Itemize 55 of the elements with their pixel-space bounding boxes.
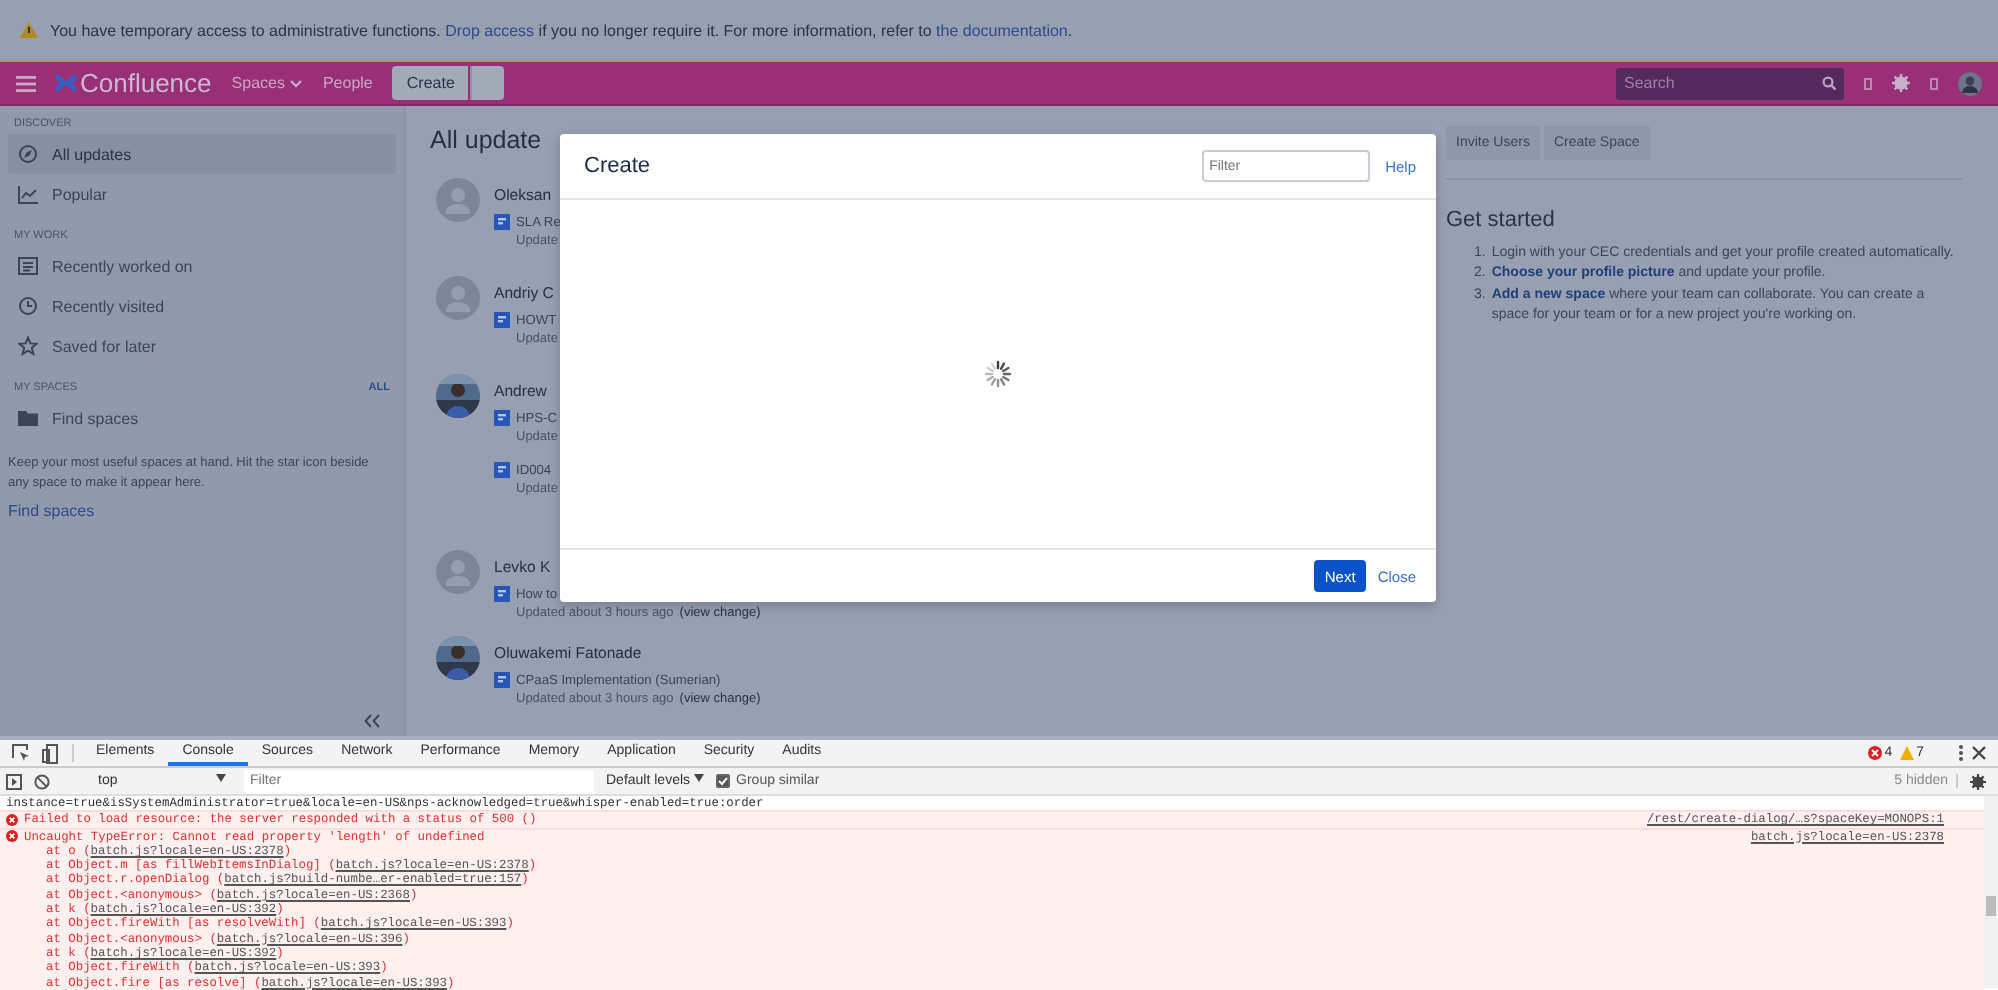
- user-avatar-icon: [436, 276, 480, 320]
- page-heading: All update: [430, 126, 542, 154]
- inspect-icon[interactable]: [12, 744, 30, 762]
- create-button[interactable]: Create: [392, 66, 469, 100]
- chart-icon: [18, 184, 38, 204]
- error-icon: [6, 813, 18, 826]
- search-field[interactable]: Search: [1616, 67, 1844, 99]
- page-icon: [494, 214, 510, 230]
- sidebar-item[interactable]: All updates: [8, 134, 396, 174]
- error-icon: [6, 830, 18, 843]
- create-more-button[interactable]: [470, 66, 505, 100]
- page-icon: [494, 586, 510, 602]
- document-icon: [18, 256, 38, 276]
- user-avatar-icon: [436, 550, 480, 594]
- star-icon: [18, 336, 38, 356]
- close-icon[interactable]: [1972, 746, 1986, 760]
- confluence-logo[interactable]: Confluence: [56, 68, 212, 98]
- section-title: Get started: [1446, 208, 1557, 232]
- find-spaces-link[interactable]: Find spaces: [8, 502, 95, 520]
- clock-icon: [18, 296, 38, 316]
- documentation-link[interactable]: the documentation: [936, 21, 1068, 39]
- clear-console-icon[interactable]: [34, 773, 50, 789]
- admin-access-message: You have temporary access to administrative functions. Drop access if you no longer require it. For more information, refer to the documentation.: [50, 21, 1073, 39]
- warning-icon: [20, 22, 38, 38]
- sidebar-item[interactable]: Saved for later: [8, 326, 396, 366]
- search-icon: [1822, 76, 1836, 90]
- settings-icon[interactable]: [1970, 773, 1986, 789]
- user-avatar-icon[interactable]: [1958, 71, 1982, 95]
- menu-icon[interactable]: [16, 75, 36, 91]
- sidebar-item[interactable]: Find spaces: [8, 398, 396, 438]
- sidebar-item[interactable]: Recently visited: [8, 286, 396, 326]
- page-icon: [494, 462, 510, 478]
- more-options-icon[interactable]: [1958, 744, 1964, 762]
- folder-icon: [18, 408, 38, 428]
- sidebar-item[interactable]: Recently worked on: [8, 246, 396, 286]
- checkbox[interactable]: [716, 774, 731, 788]
- compass-icon: [18, 144, 38, 164]
- caret-icon: [216, 774, 226, 782]
- page-icon: [494, 672, 510, 688]
- warning-icon: [1900, 746, 1915, 760]
- scrollbar[interactable]: [1984, 796, 1998, 988]
- dialog-title: Create: [584, 154, 653, 178]
- error-icon: [1868, 746, 1883, 760]
- scroll-thumb[interactable]: [1986, 896, 1996, 916]
- drop-access-link[interactable]: Drop access: [445, 21, 535, 39]
- nav-link[interactable]: People: [322, 74, 373, 92]
- page-icon: [494, 312, 510, 328]
- collapse-icon[interactable]: [364, 714, 380, 728]
- nav-link[interactable]: Spaces: [231, 74, 303, 92]
- page-icon: [494, 410, 510, 426]
- sidebar-item[interactable]: Popular: [8, 174, 396, 214]
- sidebar-toggle-icon[interactable]: [6, 773, 22, 789]
- caret-icon: [694, 774, 705, 782]
- device-icon[interactable]: [42, 743, 58, 763]
- user-avatar-icon: [436, 178, 480, 222]
